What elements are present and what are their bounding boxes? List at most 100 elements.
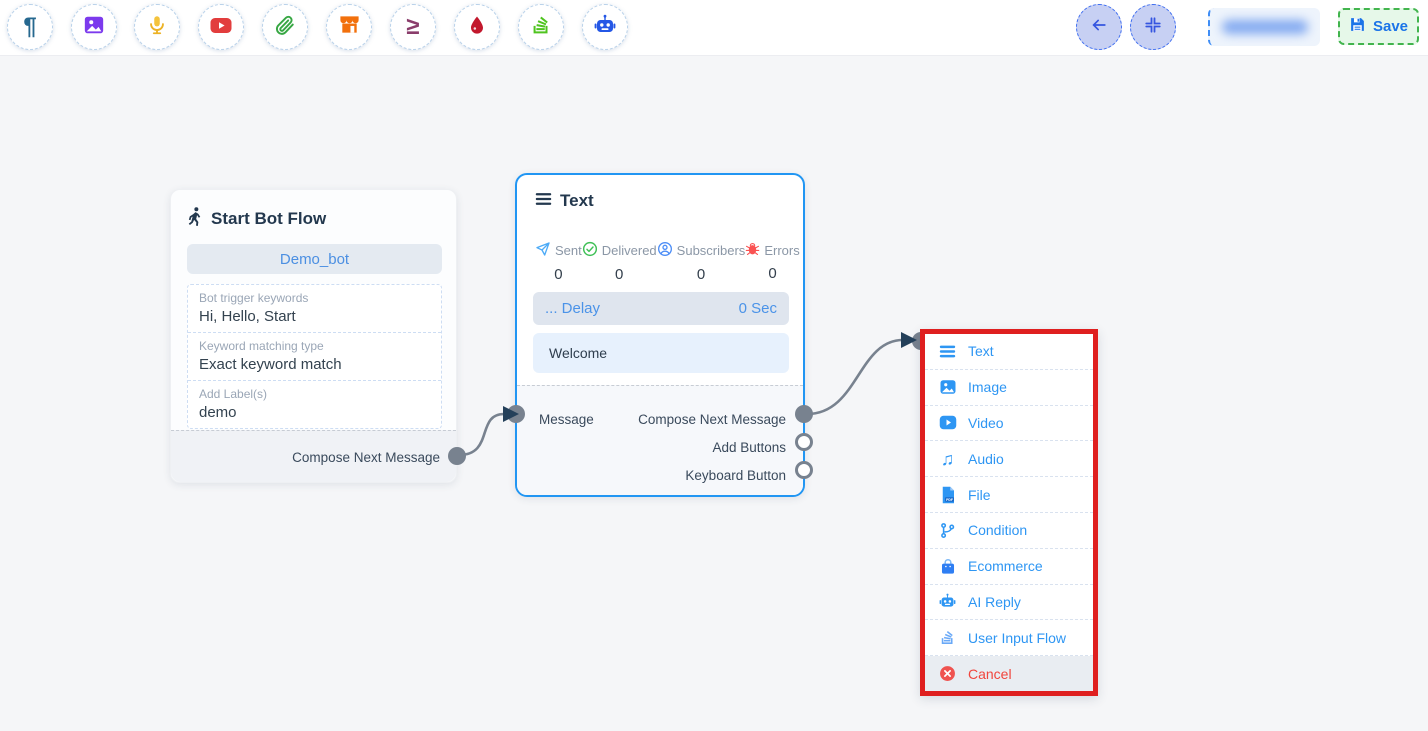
delay-label: ... Delay [545, 300, 600, 317]
back-button[interactable] [1076, 4, 1122, 50]
menu-item-image[interactable]: Image [925, 370, 1093, 406]
message-input-label: Message [539, 412, 594, 427]
save-label: Save [1373, 18, 1408, 35]
field-keyword-matching-type[interactable]: Keyword matching type Exact keyword matc… [188, 332, 441, 380]
stack-icon [938, 628, 957, 647]
menu-item-text[interactable]: Text [925, 334, 1093, 370]
stat-value: 0 [554, 266, 562, 283]
keyboard-button-handle[interactable] [795, 461, 813, 479]
tool-ai-reply-element[interactable] [582, 4, 628, 50]
text-lines-icon [938, 342, 957, 361]
stat-value: 0 [768, 265, 776, 282]
message-input-handle[interactable] [507, 405, 525, 423]
compress-view-button[interactable] [1130, 4, 1176, 50]
start-node-header: Start Bot Flow [188, 207, 326, 231]
stat-label: Sent [555, 243, 582, 258]
menu-item-condition[interactable]: Condition [925, 513, 1093, 549]
compose-next-message-handle[interactable] [795, 405, 813, 423]
menu-item-label: Video [968, 415, 1004, 431]
tool-drip-element[interactable] [454, 4, 500, 50]
tool-file-element[interactable] [262, 4, 308, 50]
field-label: Bot trigger keywords [199, 291, 430, 305]
file-pdf-icon: PDF [938, 485, 957, 504]
start-node-title: Start Bot Flow [211, 209, 326, 229]
field-value: demo [199, 404, 430, 421]
stat-sent: Sent 0 [535, 241, 582, 283]
video-icon [938, 413, 957, 432]
text-node-header[interactable]: Text [535, 191, 594, 211]
menu-item-cancel[interactable]: Cancel [925, 656, 1093, 691]
paperclip-icon [274, 14, 296, 41]
compose-next-message-port-label: Compose Next Message [638, 412, 786, 427]
menu-item-file[interactable]: PDF File [925, 477, 1093, 513]
git-branch-icon [938, 521, 957, 540]
add-buttons-port-label: Add Buttons [712, 440, 786, 455]
pilcrow-icon: ¶ [23, 15, 36, 39]
subscriber-icon [657, 241, 673, 260]
stat-label: Errors [764, 243, 799, 258]
menu-item-video[interactable]: Video [925, 406, 1093, 442]
menu-item-label: Condition [968, 522, 1027, 538]
menu-item-audio[interactable]: ♫ Audio [925, 441, 1093, 477]
stat-label: Delivered [602, 243, 657, 258]
bot-name-button[interactable]: Demo_bot [187, 244, 442, 274]
microphone-icon [146, 14, 168, 41]
field-value: Hi, Hello, Start [199, 308, 430, 325]
stat-value: 0 [615, 266, 623, 283]
music-note-icon: ♫ [938, 449, 957, 468]
stats-row: Sent 0 Delivered 0 Subscribers 0 [535, 241, 791, 283]
redacted-label [1222, 20, 1308, 34]
tool-user-input-flow-element[interactable] [518, 4, 564, 50]
delay-value: 0 Sec [739, 300, 777, 317]
text-message-node[interactable]: Text Sent 0 Delivered 0 [515, 173, 805, 497]
field-bot-trigger-keywords[interactable]: Bot trigger keywords Hi, Hello, Start [188, 285, 441, 332]
greater-equal-icon: ≥ [406, 15, 419, 39]
field-add-labels[interactable]: Add Label(s) demo [188, 380, 441, 428]
tool-video-element[interactable] [198, 4, 244, 50]
message-text-box[interactable]: Welcome [533, 333, 789, 373]
menu-item-user-input-flow[interactable]: User Input Flow [925, 620, 1093, 656]
start-bot-flow-node[interactable]: Start Bot Flow Demo_bot Bot trigger keyw… [170, 189, 457, 483]
bug-icon [745, 241, 760, 259]
save-button[interactable]: Save [1338, 8, 1419, 45]
compose-next-message-port-label: Compose Next Message [292, 450, 440, 465]
add-buttons-handle[interactable] [795, 433, 813, 451]
field-label: Keyword matching type [199, 339, 430, 353]
image-icon [938, 378, 957, 397]
tool-audio-element[interactable] [134, 4, 180, 50]
walking-person-icon [188, 207, 203, 231]
tool-ecommerce-element[interactable] [326, 4, 372, 50]
robot-icon [593, 13, 617, 42]
tool-image-element[interactable] [71, 4, 117, 50]
stat-errors: Errors 0 [745, 241, 799, 283]
menu-item-ai-reply[interactable]: AI Reply [925, 585, 1093, 621]
field-value: Exact keyword match [199, 356, 430, 373]
delay-row[interactable]: ... Delay 0 Sec [533, 292, 789, 325]
text-node-title: Text [560, 191, 594, 211]
menu-item-ecommerce[interactable]: Ecommerce [925, 549, 1093, 585]
start-output-handle[interactable] [448, 447, 466, 465]
menu-item-label: Audio [968, 451, 1004, 467]
field-label: Add Label(s) [199, 387, 430, 401]
droplet-icon [467, 15, 487, 40]
arrow-left-icon [1089, 15, 1109, 40]
stat-value: 0 [697, 266, 705, 283]
menu-item-label: Text [968, 343, 994, 359]
top-toolbar: ¶ ≥ [0, 0, 1428, 56]
menu-item-label: User Input Flow [968, 630, 1066, 646]
keyboard-button-port-label: Keyboard Button [685, 468, 786, 483]
save-icon [1349, 16, 1366, 37]
tool-text-element[interactable]: ¶ [7, 4, 53, 50]
check-circle-icon [582, 241, 598, 260]
redacted-button[interactable] [1208, 8, 1320, 46]
stat-subscribers: Subscribers 0 [657, 241, 746, 283]
stat-delivered: Delivered 0 [582, 241, 657, 283]
tool-condition-element[interactable]: ≥ [390, 4, 436, 50]
store-icon [338, 13, 361, 41]
image-icon [83, 14, 105, 41]
menu-item-label: Cancel [968, 666, 1012, 682]
start-node-footer: Compose Next Message [171, 430, 456, 482]
trigger-fields-box[interactable]: Bot trigger keywords Hi, Hello, Start Ke… [187, 284, 442, 429]
stat-label: Subscribers [677, 243, 746, 258]
text-node-footer: Message Compose Next Message Add Buttons… [517, 385, 803, 495]
